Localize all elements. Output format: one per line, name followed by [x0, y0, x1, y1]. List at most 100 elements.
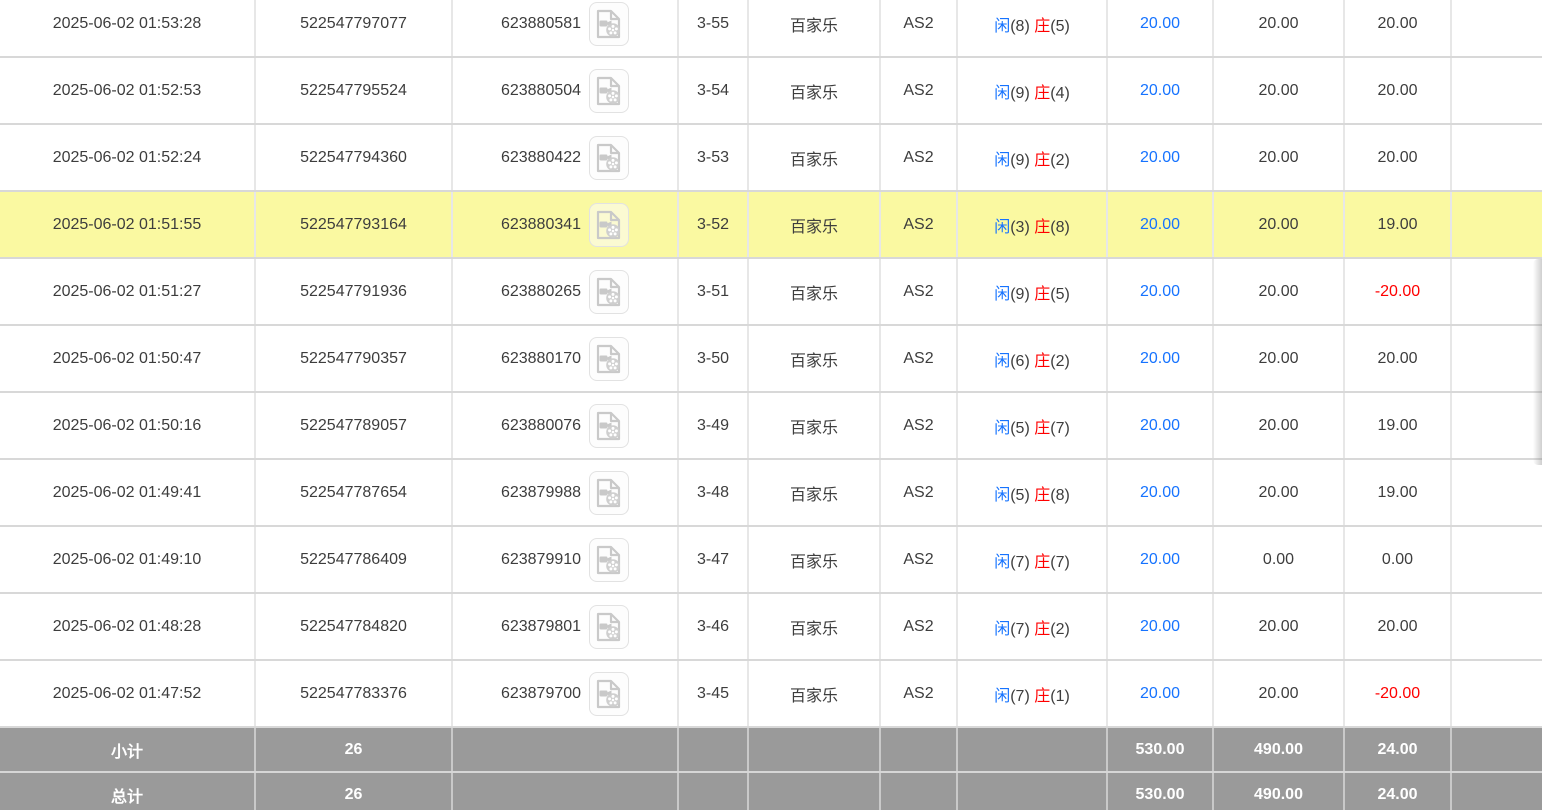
player-result-score: (5) [1010, 487, 1034, 504]
player-result-label: 闲 [994, 554, 1010, 571]
win-loss-amount: 20.00 [1344, 593, 1451, 660]
video-replay-icon [596, 612, 622, 642]
bet-amount-link[interactable]: 20.00 [1107, 57, 1213, 124]
player-result-score: (9) [1010, 286, 1034, 303]
bet-time: 2025-06-02 01:51:55 [0, 191, 255, 258]
video-replay-button[interactable] [589, 471, 629, 515]
win-loss-amount: 0.00 [1344, 526, 1451, 593]
win-loss-amount: 20.00 [1344, 0, 1451, 57]
game-number-cell: 623879910 [452, 526, 678, 593]
empty-cell [1451, 392, 1542, 459]
grand-total-count: 26 [255, 772, 452, 810]
video-replay-button[interactable] [589, 136, 629, 180]
record-row[interactable]: 2025-06-02 01:50:47522547790357623880170… [0, 325, 1542, 392]
record-row[interactable]: 2025-06-02 01:47:52522547783376623879700… [0, 660, 1542, 727]
round-number: 3-55 [678, 0, 748, 57]
game-type: 百家乐 [748, 191, 880, 258]
bet-time: 2025-06-02 01:49:10 [0, 526, 255, 593]
subtotal-empty-cell [957, 727, 1107, 772]
player-result-label: 闲 [994, 353, 1010, 370]
win-loss-amount: 19.00 [1344, 191, 1451, 258]
video-replay-button[interactable] [589, 337, 629, 381]
video-replay-button[interactable] [589, 404, 629, 448]
records-body: 2025-06-02 01:53:28522547797077623880581… [0, 0, 1542, 727]
record-row[interactable]: 2025-06-02 01:52:24522547794360623880422… [0, 124, 1542, 191]
bet-time: 2025-06-02 01:48:28 [0, 593, 255, 660]
subtotal-empty-cell [678, 727, 748, 772]
bet-amount-link[interactable]: 20.00 [1107, 258, 1213, 325]
game-result-cell: 闲(5) 庄(7) [957, 392, 1107, 459]
video-replay-button[interactable] [589, 538, 629, 582]
bet-amount-link[interactable]: 20.00 [1107, 526, 1213, 593]
banker-result-label: 庄 [1034, 487, 1050, 504]
video-replay-button[interactable] [589, 605, 629, 649]
player-result-score: (3) [1010, 219, 1034, 236]
banker-result-score: (2) [1050, 353, 1070, 370]
video-replay-button[interactable] [589, 2, 629, 46]
record-row[interactable]: 2025-06-02 01:53:28522547797077623880581… [0, 0, 1542, 57]
game-number-cell: 623880076 [452, 392, 678, 459]
bet-amount-link[interactable]: 20.00 [1107, 325, 1213, 392]
betting-records-page: 2025-06-02 01:53:28522547797077623880581… [0, 0, 1542, 810]
player-result-label: 闲 [994, 420, 1010, 437]
bet-amount-link[interactable]: 20.00 [1107, 593, 1213, 660]
vertical-scrollbar-thumb[interactable] [1533, 259, 1542, 465]
banker-result-label: 庄 [1034, 554, 1050, 571]
game-number-cell: 623880341 [452, 191, 678, 258]
bet-amount-link[interactable]: 20.00 [1107, 0, 1213, 57]
round-number: 3-51 [678, 258, 748, 325]
round-number: 3-53 [678, 124, 748, 191]
record-row[interactable]: 2025-06-02 01:49:41522547787654623879988… [0, 459, 1542, 526]
player-result-score: (6) [1010, 353, 1034, 370]
table-name: AS2 [880, 258, 957, 325]
record-row[interactable]: 2025-06-02 01:50:16522547789057623880076… [0, 392, 1542, 459]
order-number: 522547786409 [255, 526, 452, 593]
record-row[interactable]: 2025-06-02 01:52:53522547795524623880504… [0, 57, 1542, 124]
betting-records-table: 2025-06-02 01:53:28522547797077623880581… [0, 0, 1542, 810]
bet-amount-link[interactable]: 20.00 [1107, 124, 1213, 191]
round-number: 3-49 [678, 392, 748, 459]
banker-result-label: 庄 [1034, 286, 1050, 303]
subtotal-bet-total: 530.00 [1107, 727, 1213, 772]
game-number: 623880170 [501, 350, 581, 367]
record-row[interactable]: 2025-06-02 01:49:10522547786409623879910… [0, 526, 1542, 593]
valid-amount: 20.00 [1213, 57, 1344, 124]
bet-time: 2025-06-02 01:53:28 [0, 0, 255, 57]
video-replay-button[interactable] [589, 69, 629, 113]
round-number: 3-45 [678, 660, 748, 727]
subtotal-empty-cell [880, 727, 957, 772]
record-row[interactable]: 2025-06-02 01:48:28522547784820623879801… [0, 593, 1542, 660]
empty-cell [1451, 459, 1542, 526]
round-number: 3-52 [678, 191, 748, 258]
bet-amount-link[interactable]: 20.00 [1107, 392, 1213, 459]
player-result-score: (8) [1010, 18, 1034, 35]
player-result-label: 闲 [994, 152, 1010, 169]
order-number: 522547789057 [255, 392, 452, 459]
video-replay-button[interactable] [589, 270, 629, 314]
subtotal-empty-cell [452, 727, 678, 772]
bet-amount-link[interactable]: 20.00 [1107, 191, 1213, 258]
record-row[interactable]: 2025-06-02 01:51:27522547791936623880265… [0, 258, 1542, 325]
win-loss-amount: 20.00 [1344, 325, 1451, 392]
game-type: 百家乐 [748, 57, 880, 124]
bet-amount-link[interactable]: 20.00 [1107, 660, 1213, 727]
player-result-label: 闲 [994, 18, 1010, 35]
video-replay-icon [596, 679, 622, 709]
banker-result-label: 庄 [1034, 85, 1050, 102]
banker-result-score: (1) [1050, 688, 1070, 705]
game-number: 623880581 [501, 15, 581, 32]
game-number: 623880341 [501, 216, 581, 233]
grand-total-empty-cell [880, 772, 957, 810]
bet-amount-link[interactable]: 20.00 [1107, 459, 1213, 526]
game-type: 百家乐 [748, 593, 880, 660]
player-result-score: (9) [1010, 152, 1034, 169]
video-replay-icon [596, 411, 622, 441]
valid-amount: 20.00 [1213, 191, 1344, 258]
valid-amount: 20.00 [1213, 258, 1344, 325]
record-row-selected[interactable]: 2025-06-02 01:51:55522547793164623880341… [0, 191, 1542, 258]
video-replay-button[interactable] [589, 203, 629, 247]
grand-total-empty-cell [452, 772, 678, 810]
video-replay-button[interactable] [589, 672, 629, 716]
game-number-cell: 623880581 [452, 0, 678, 57]
game-result-cell: 闲(5) 庄(8) [957, 459, 1107, 526]
